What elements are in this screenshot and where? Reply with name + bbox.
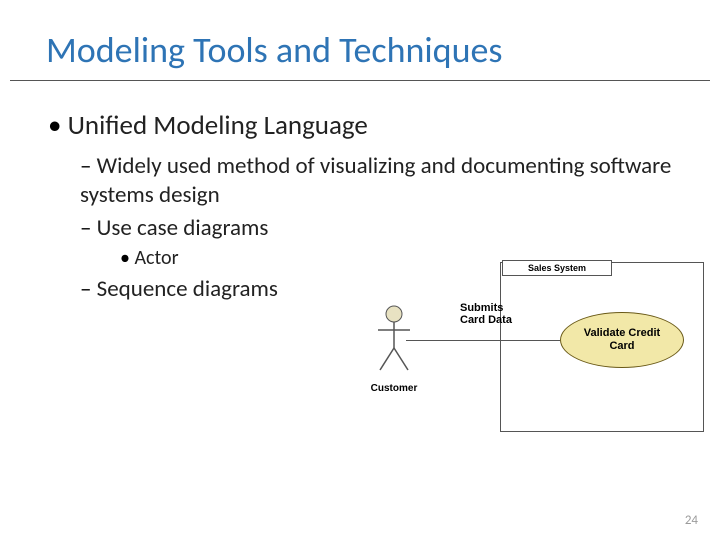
usecase-label: Validate Credit Card [584, 327, 660, 353]
page-number: 24 [685, 513, 698, 528]
system-label-box: Sales System [502, 260, 612, 276]
actor-label: Customer [364, 383, 424, 394]
bullet-lvl2: Widely used method of visualizing and do… [80, 152, 684, 210]
system-label: Sales System [503, 261, 611, 273]
bullet-lvl2a-text: Widely used method of visualizing and do… [80, 152, 671, 209]
bullet-lvl3a-text: Actor [134, 246, 178, 270]
usecase-oval: Validate Credit Card [560, 312, 684, 368]
bullet-lvl1-text: Unified Modeling Language [68, 109, 368, 142]
usecase-diagram: Sales System Submits Card Data Validate … [360, 262, 704, 452]
bullet-lvl2c-text: Sequence diagrams [97, 275, 278, 303]
association-label: Submits Card Data [460, 302, 512, 326]
actor-icon [374, 304, 414, 374]
slide-title: Modeling Tools and Techniques [10, 0, 710, 81]
actor: Customer [364, 304, 424, 394]
association-line [406, 340, 560, 341]
bullet-lvl2b-text: Use case diagrams [97, 214, 269, 242]
